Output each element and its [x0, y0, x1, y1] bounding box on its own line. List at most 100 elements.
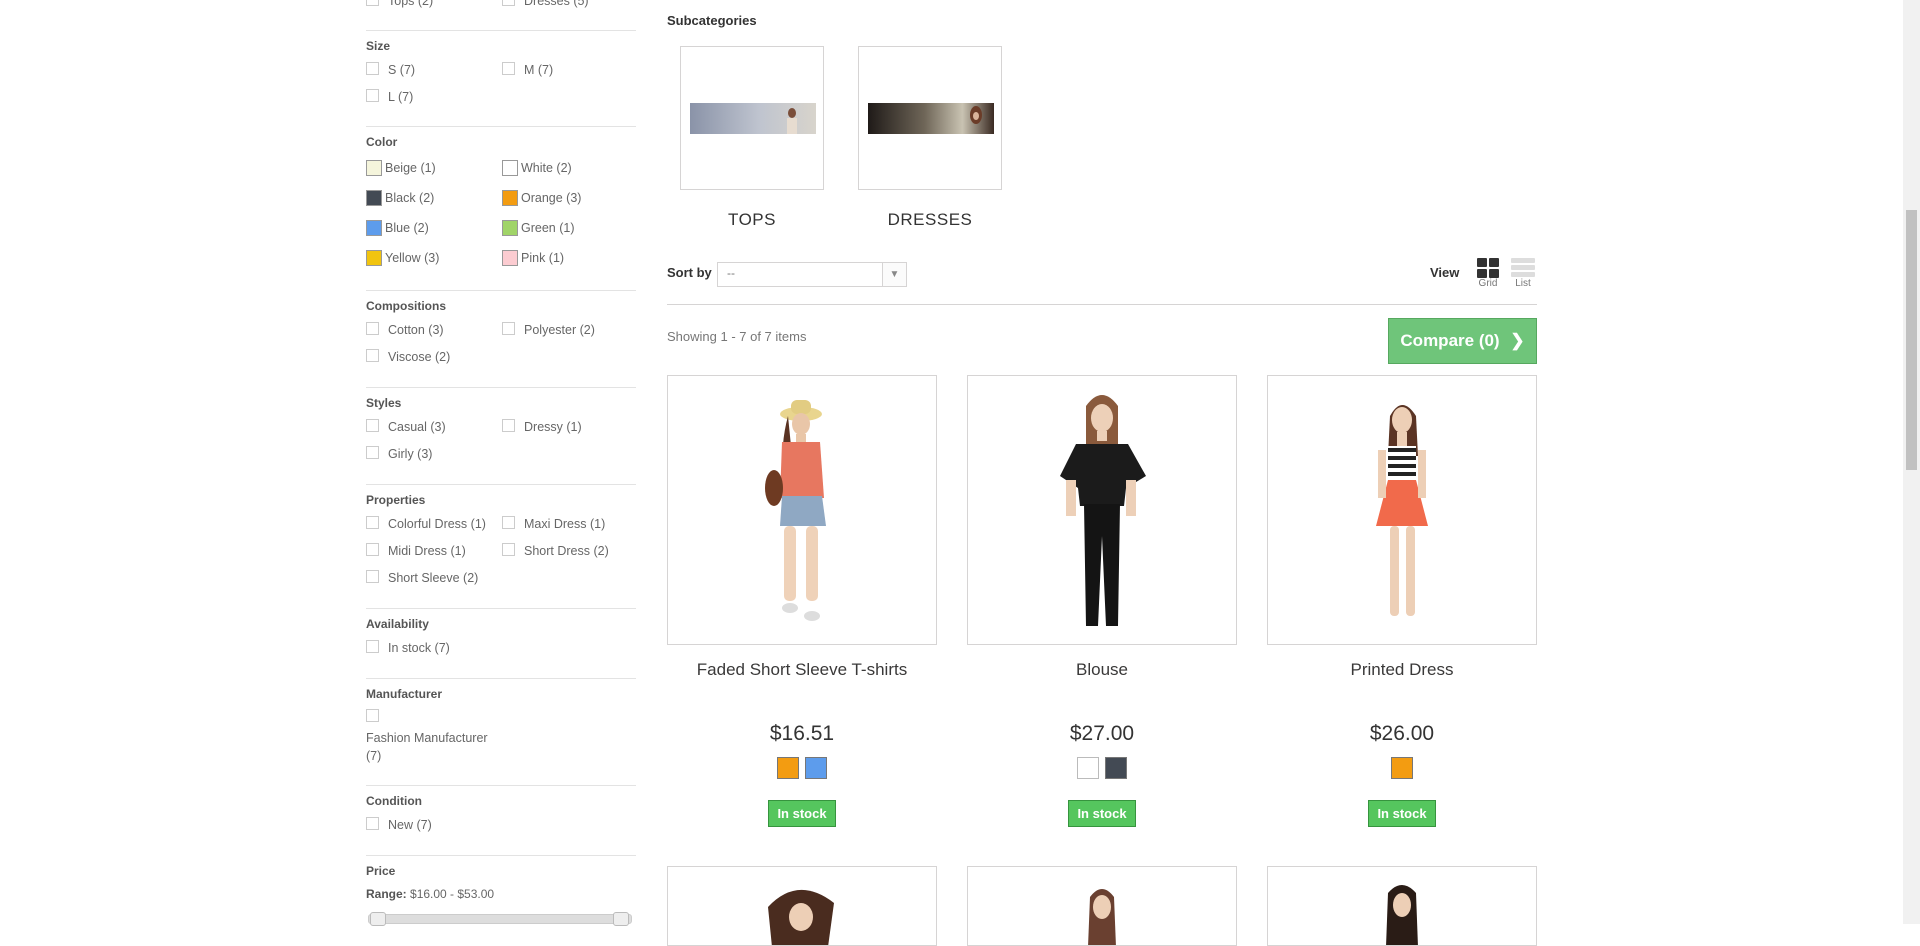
color-swatch-blue[interactable]	[805, 757, 827, 779]
checkbox[interactable]	[366, 640, 379, 653]
availability-badge: In stock	[768, 800, 836, 827]
color-option-green[interactable]: Green (1)	[502, 220, 575, 236]
filter-option-dressy[interactable]: Dressy (1)	[502, 419, 582, 435]
filter-option-in-stock[interactable]: In stock (7)	[366, 640, 450, 656]
product-price: $27.00	[1069, 722, 1135, 745]
product-image[interactable]	[1267, 866, 1537, 946]
product-image[interactable]	[967, 866, 1237, 946]
filter-option-s[interactable]: S (7)	[366, 62, 415, 78]
filter-styles: Styles Casual (3) Dressy (1) Girly (3)	[366, 387, 636, 485]
filter-option-maxi-dress[interactable]: Maxi Dress (1)	[502, 516, 605, 532]
checkbox[interactable]	[502, 322, 515, 335]
checkbox[interactable]	[366, 543, 379, 556]
checkbox[interactable]	[366, 446, 379, 459]
product-name-link[interactable]: Faded Short Sleeve T-shirts	[667, 660, 937, 680]
product-image[interactable]	[667, 375, 937, 645]
subcategory-dresses-image[interactable]	[858, 46, 1002, 190]
chevron-down-icon[interactable]: ▼	[882, 263, 906, 286]
product-color-swatches	[967, 757, 1237, 779]
checkbox[interactable]	[366, 0, 379, 6]
color-swatch[interactable]	[366, 160, 382, 176]
filter-option-fashion-manufacturer[interactable]	[366, 709, 388, 725]
color-swatch[interactable]	[366, 220, 382, 236]
checkbox[interactable]	[502, 62, 515, 75]
view-list-button[interactable]: List	[1508, 258, 1538, 289]
color-option-yellow[interactable]: Yellow (3)	[366, 250, 439, 266]
color-option-black[interactable]: Black (2)	[366, 190, 434, 206]
filter-categories: Tops (2) Dresses (5)	[366, 0, 636, 30]
color-swatch[interactable]	[502, 250, 518, 266]
filter-option-l[interactable]: L (7)	[366, 89, 413, 105]
filter-option-tops[interactable]: Tops (2)	[366, 0, 433, 9]
filter-title: Styles	[366, 396, 402, 410]
product-image[interactable]	[1267, 375, 1537, 645]
sort-label: Sort by	[667, 265, 712, 280]
checkbox[interactable]	[366, 322, 379, 335]
filter-option-short-sleeve[interactable]: Short Sleeve (2)	[366, 570, 478, 586]
filter-properties: Properties Colorful Dress (1) Maxi Dress…	[366, 484, 636, 609]
color-option-orange[interactable]: Orange (3)	[502, 190, 581, 206]
color-option-blue[interactable]: Blue (2)	[366, 220, 429, 236]
color-option-beige[interactable]: Beige (1)	[366, 160, 436, 176]
subcategory-tops-link[interactable]: TOPS	[680, 210, 824, 230]
checkbox[interactable]	[502, 419, 515, 432]
color-swatch-orange[interactable]	[777, 757, 799, 779]
checkbox[interactable]	[502, 516, 515, 529]
product-photo	[1088, 889, 1116, 945]
checkbox[interactable]	[366, 89, 379, 102]
color-swatch[interactable]	[366, 190, 382, 206]
checkbox[interactable]	[502, 0, 515, 6]
checkbox[interactable]	[366, 570, 379, 583]
color-swatch[interactable]	[502, 190, 518, 206]
filter-option-colorful-dress[interactable]: Colorful Dress (1)	[366, 516, 486, 532]
price-slider[interactable]	[368, 914, 632, 924]
product-card: Faded Short Sleeve T-shirts $16.51 In st…	[667, 375, 937, 827]
scrollbar-thumb[interactable]	[1906, 210, 1917, 470]
subcategory-banner	[690, 103, 816, 134]
color-option-white[interactable]: White (2)	[502, 160, 572, 176]
product-photo	[1376, 405, 1428, 616]
checkbox[interactable]	[366, 817, 379, 830]
filter-option-dresses[interactable]: Dresses (5)	[502, 0, 589, 9]
color-swatch[interactable]	[366, 250, 382, 266]
sort-select[interactable]: -- ▼	[717, 262, 907, 287]
checkbox[interactable]	[366, 349, 379, 362]
product-name-link[interactable]: Printed Dress	[1267, 660, 1537, 680]
filter-title: Condition	[366, 794, 422, 808]
checkbox[interactable]	[366, 709, 379, 722]
product-image[interactable]	[967, 375, 1237, 645]
filter-option-casual[interactable]: Casual (3)	[366, 419, 446, 435]
checkbox[interactable]	[366, 62, 379, 75]
filter-option-midi-dress[interactable]: Midi Dress (1)	[366, 543, 466, 559]
filter-option-girly[interactable]: Girly (3)	[366, 446, 432, 462]
filter-option-new[interactable]: New (7)	[366, 817, 432, 833]
filter-option-m[interactable]: M (7)	[502, 62, 553, 78]
color-swatch-orange[interactable]	[1391, 757, 1413, 779]
filter-option-polyester[interactable]: Polyester (2)	[502, 322, 595, 338]
view-list-label: List	[1515, 278, 1531, 289]
compare-button[interactable]: Compare (0) ❯	[1388, 318, 1537, 364]
product-name-link[interactable]: Blouse	[967, 660, 1237, 680]
filter-option-cotton[interactable]: Cotton (3)	[366, 322, 444, 338]
view-grid-button[interactable]: Grid	[1473, 258, 1503, 289]
subcategory-tops-image[interactable]	[680, 46, 824, 190]
checkbox[interactable]	[366, 516, 379, 529]
product-image[interactable]	[667, 866, 937, 946]
color-swatch[interactable]	[502, 160, 518, 176]
color-swatch-white[interactable]	[1077, 757, 1099, 779]
color-option-pink[interactable]: Pink (1)	[502, 250, 564, 266]
filter-option-short-dress[interactable]: Short Dress (2)	[502, 543, 609, 559]
product-color-swatches	[1267, 757, 1537, 779]
page-scrollbar[interactable]	[1903, 0, 1920, 924]
filter-option-viscose[interactable]: Viscose (2)	[366, 349, 450, 365]
subcategory-dresses-link[interactable]: DRESSES	[858, 210, 1002, 230]
checkbox[interactable]	[366, 419, 379, 432]
product-card: Blouse $27.00 In stock	[967, 375, 1237, 827]
filter-title: Color	[366, 135, 398, 149]
color-swatch-black[interactable]	[1105, 757, 1127, 779]
color-swatch[interactable]	[502, 220, 518, 236]
checkbox[interactable]	[502, 543, 515, 556]
product-count: Showing 1 - 7 of 7 items	[667, 329, 807, 344]
filter-color: Color Beige (1) White (2) Black (2) Oran…	[366, 126, 636, 291]
product-photo	[765, 400, 826, 621]
